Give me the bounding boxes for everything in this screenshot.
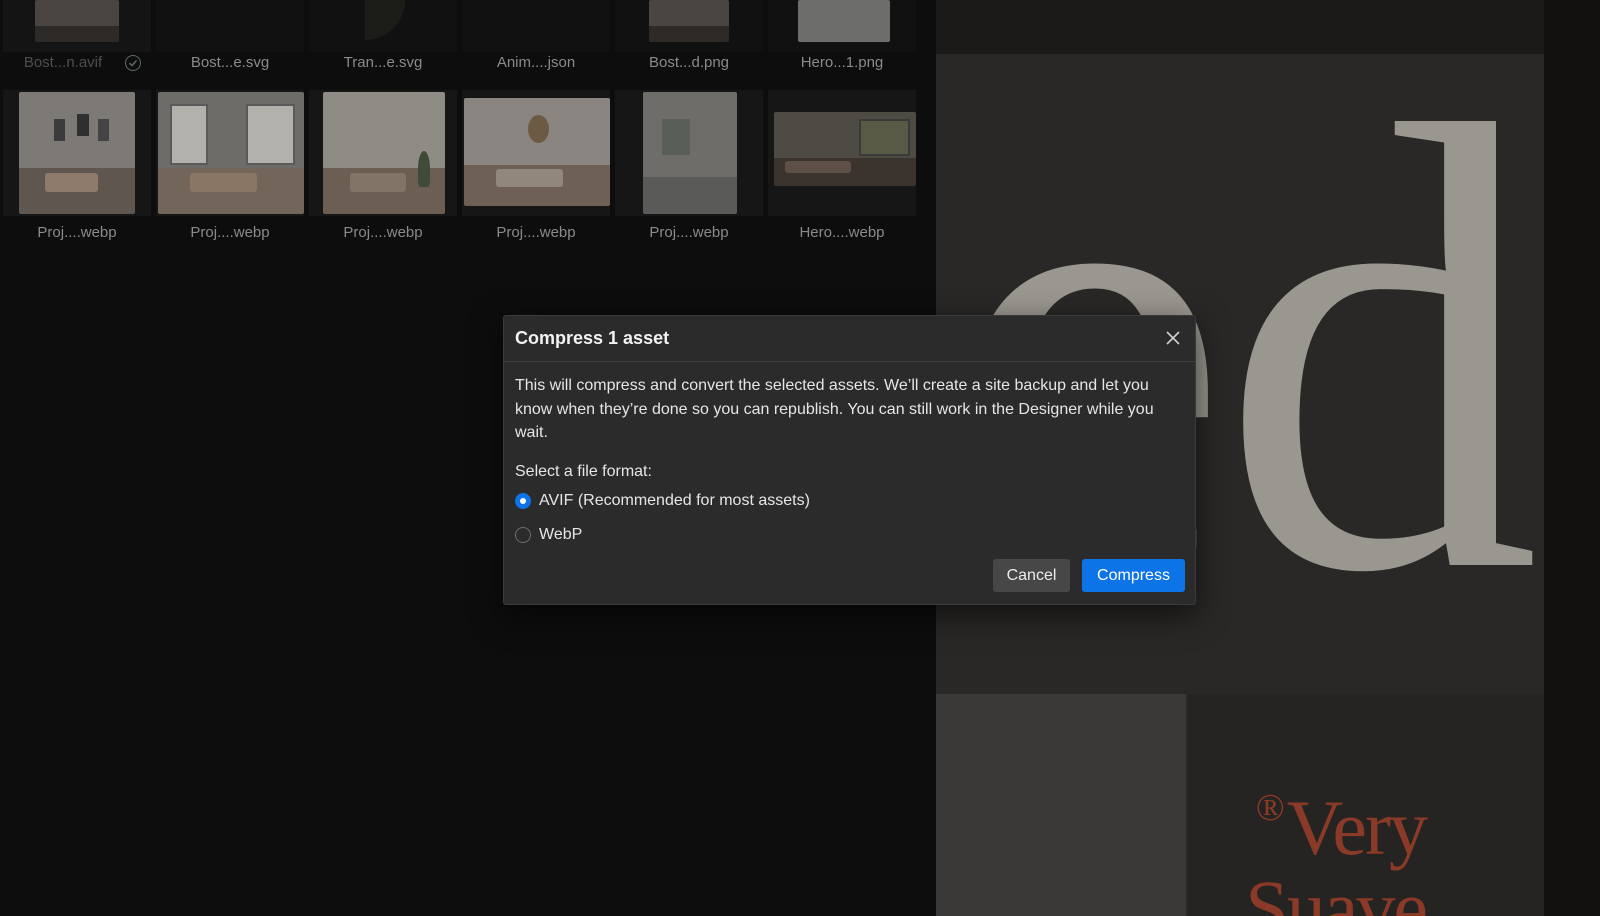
asset-thumbnail	[615, 0, 763, 52]
format-option-avif[interactable]: AVIF (Recommended for most assets)	[515, 490, 810, 512]
asset-tile[interactable]: Bost...n.avif	[3, 0, 151, 80]
asset-label: Bost...n.avif	[23, 54, 103, 71]
asset-thumbnail	[309, 0, 457, 52]
dialog-description: This will compress and convert the selec…	[515, 377, 1154, 441]
radio-selected-icon[interactable]	[515, 493, 531, 509]
asset-tile[interactable]: Anim....json	[462, 0, 610, 80]
brand-wordmark-line1: ®Very	[1255, 787, 1428, 867]
asset-thumbnail	[156, 90, 304, 216]
asset-label: Proj....webp	[649, 224, 729, 241]
close-icon[interactable]	[1165, 330, 1181, 346]
asset-thumbnail	[768, 0, 916, 52]
asset-label: Bost...e.svg	[190, 54, 270, 71]
asset-tile[interactable]: Tran...e.svg	[309, 0, 457, 80]
format-option-label: WebP	[539, 526, 583, 543]
cancel-button[interactable]: Cancel	[993, 559, 1070, 592]
compress-dialog: Compress 1 asset This will compress and …	[503, 315, 1196, 605]
asset-label: Proj....webp	[343, 224, 423, 241]
asset-thumbnail	[462, 0, 610, 52]
canvas-right-edge	[1544, 0, 1600, 916]
asset-thumbnail	[156, 0, 304, 52]
compress-button[interactable]: Compress	[1082, 559, 1185, 592]
dialog-header: Compress 1 asset	[504, 316, 1195, 362]
format-label: Select a file format:	[515, 463, 652, 480]
asset-label: Proj....webp	[496, 224, 576, 241]
asset-tile[interactable]: Bost...d.png	[615, 0, 763, 80]
hero-image-band	[936, 694, 1186, 916]
asset-tile[interactable]: Bost...e.svg	[156, 0, 304, 80]
asset-label: Bost...d.png	[648, 54, 730, 71]
format-option-webp[interactable]: WebP	[515, 524, 582, 546]
asset-tile[interactable]: Proj....webp	[309, 90, 457, 250]
dialog-title: Compress 1 asset	[515, 328, 670, 348]
asset-thumbnail	[615, 90, 763, 216]
asset-tile[interactable]: Hero....webp	[768, 90, 916, 250]
asset-thumbnail	[309, 90, 457, 216]
asset-label: Proj....webp	[37, 224, 117, 241]
asset-label: Hero....webp	[799, 224, 885, 241]
brand-wordmark-line2: Suave	[1245, 864, 1428, 916]
checkmark-icon	[125, 55, 141, 71]
radio-unselected-icon[interactable]	[515, 527, 531, 543]
brand-word-very: Very	[1286, 784, 1428, 871]
asset-tile[interactable]: Proj....webp	[615, 90, 763, 250]
format-option-label: AVIF (Recommended for most assets)	[539, 492, 810, 509]
asset-tile[interactable]: Proj....webp	[462, 90, 610, 250]
asset-thumbnail	[3, 0, 151, 52]
asset-label: Tran...e.svg	[343, 54, 423, 71]
asset-tile[interactable]: Proj....webp	[156, 90, 304, 250]
registered-mark: ®	[1255, 787, 1285, 829]
asset-tile[interactable]: Proj....webp	[3, 90, 151, 250]
asset-label: Proj....webp	[190, 224, 270, 241]
asset-label: Hero...1.png	[800, 54, 884, 71]
asset-tile[interactable]: Hero...1.png	[768, 0, 916, 80]
asset-thumbnail	[768, 90, 916, 216]
asset-thumbnail	[3, 90, 151, 216]
asset-thumbnail	[462, 90, 610, 216]
asset-label: Anim....json	[496, 54, 576, 71]
